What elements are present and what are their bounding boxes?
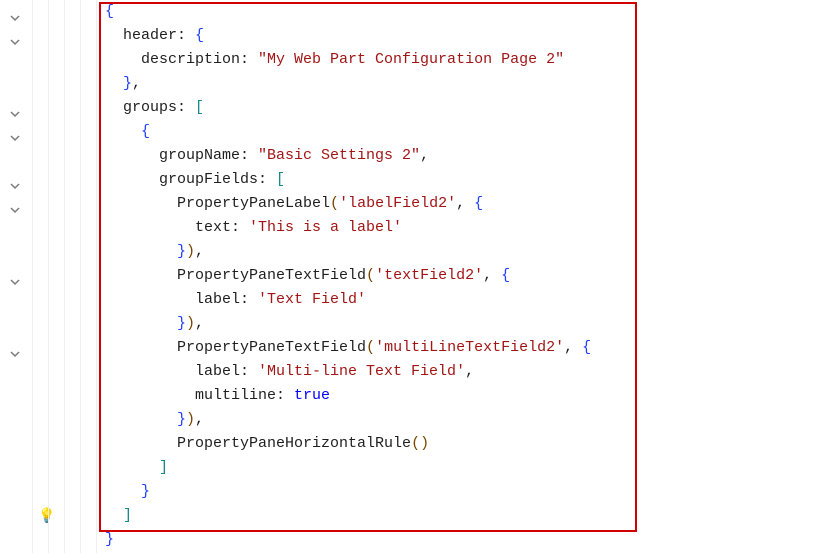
code-editor[interactable]: 💡 { header: { description: "My Web Part …: [0, 0, 815, 553]
code-content[interactable]: { header: { description: "My Web Part Co…: [105, 0, 815, 552]
fold-chevron-icon[interactable]: [9, 348, 21, 360]
fold-chevron-icon[interactable]: [9, 276, 21, 288]
fold-chevron-icon[interactable]: [9, 12, 21, 24]
fold-chevron-icon[interactable]: [9, 108, 21, 120]
fold-gutter: 💡: [0, 0, 30, 553]
fold-chevron-icon[interactable]: [9, 132, 21, 144]
fold-chevron-icon[interactable]: [9, 204, 21, 216]
fold-chevron-icon[interactable]: [9, 180, 21, 192]
indent-guides: [30, 0, 105, 553]
fold-chevron-icon[interactable]: [9, 36, 21, 48]
code-area[interactable]: { header: { description: "My Web Part Co…: [105, 0, 815, 553]
